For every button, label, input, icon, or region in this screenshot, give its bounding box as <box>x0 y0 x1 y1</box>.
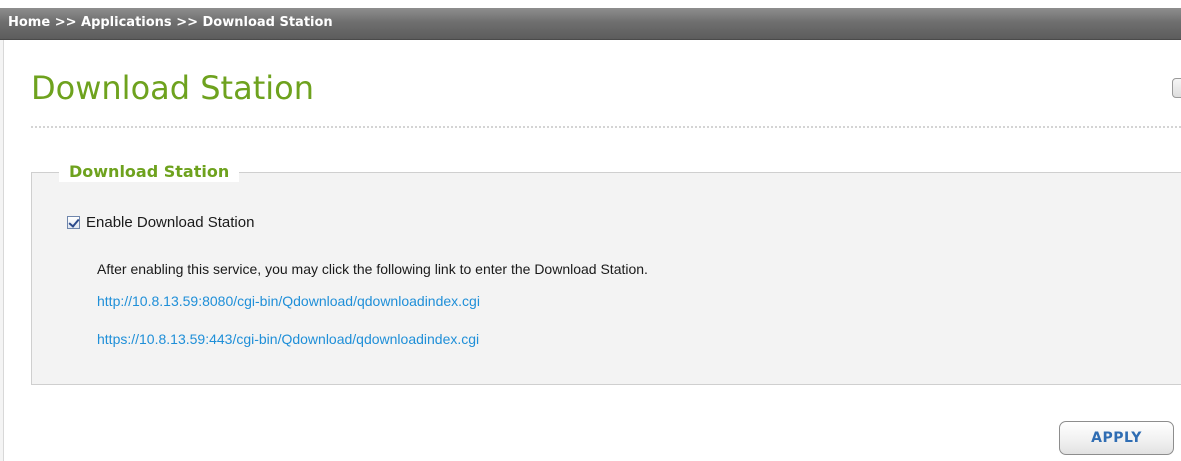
apply-button[interactable]: APPLY <box>1059 421 1174 455</box>
https-download-station-link[interactable]: https://10.8.13.59:443/cgi-bin/Qdownload… <box>97 331 479 347</box>
download-station-group <box>31 172 1181 385</box>
help-button-icon[interactable] <box>1172 78 1181 98</box>
left-border-strip <box>0 40 4 461</box>
enable-download-station-label[interactable]: Enable Download Station <box>86 214 254 231</box>
group-legend: Download Station <box>59 162 240 182</box>
checkbox-checked-icon[interactable] <box>67 215 80 229</box>
page-title: Download Station <box>31 69 314 107</box>
download-station-page: Home >> Applications >> Download Station… <box>0 0 1181 461</box>
enable-download-station-row[interactable]: Enable Download Station <box>67 213 254 231</box>
breadcrumb: Home >> Applications >> Download Station <box>8 15 333 30</box>
help-text: After enabling this service, you may cli… <box>97 261 648 277</box>
http-download-station-link[interactable]: http://10.8.13.59:8080/cgi-bin/Qdownload… <box>97 293 480 309</box>
title-divider <box>31 126 1181 128</box>
breadcrumb-bar: Home >> Applications >> Download Station <box>0 8 1181 40</box>
